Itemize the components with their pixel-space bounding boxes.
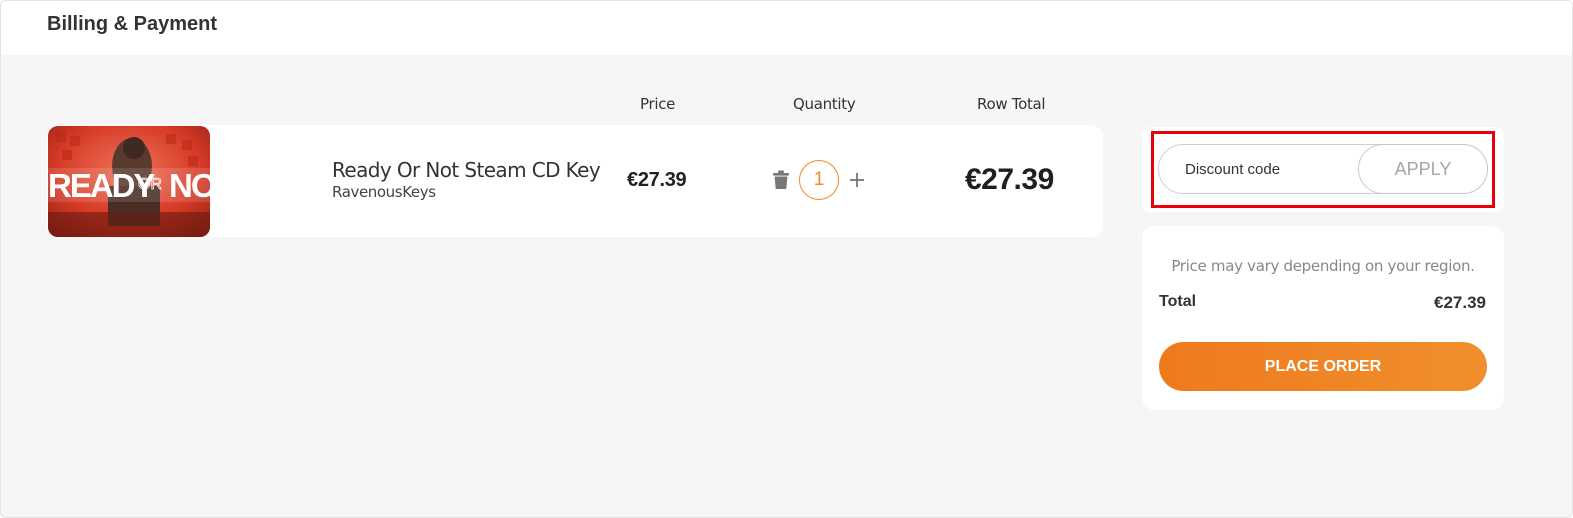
place-order-button[interactable]: PLACE ORDER <box>1159 342 1487 391</box>
product-image[interactable]: READY OR NOT <box>48 126 210 237</box>
checkout-page: Billing & Payment Price Quantity Row Tot… <box>0 0 1573 518</box>
column-header-price: Price <box>640 95 676 113</box>
product-seller: RavenousKeys <box>332 183 436 201</box>
discount-highlight-box <box>1151 131 1495 208</box>
cart-item-row: READY OR NOT Ready Or Not Steam CD Key R… <box>47 125 1103 237</box>
cover-text-not: NOT <box>169 167 210 204</box>
trash-icon[interactable] <box>772 170 790 190</box>
page-title: Billing & Payment <box>47 13 218 35</box>
order-summary-card: Price may vary depending on your region.… <box>1142 226 1504 410</box>
product-price: €27.39 <box>627 169 687 191</box>
column-header-quantity: Quantity <box>793 95 856 113</box>
total-value: €27.39 <box>1434 293 1486 312</box>
row-total-value: €27.39 <box>965 163 1054 196</box>
quantity-value[interactable]: 1 <box>799 160 839 200</box>
region-price-note: Price may vary depending on your region. <box>1171 257 1475 275</box>
product-name[interactable]: Ready Or Not Steam CD Key <box>332 158 601 182</box>
column-header-row-total: Row Total <box>977 95 1046 113</box>
total-label: Total <box>1159 293 1197 310</box>
cover-text-or: OR <box>138 176 162 193</box>
plus-icon[interactable] <box>848 171 866 189</box>
page-header: Billing & Payment <box>1 1 1572 55</box>
